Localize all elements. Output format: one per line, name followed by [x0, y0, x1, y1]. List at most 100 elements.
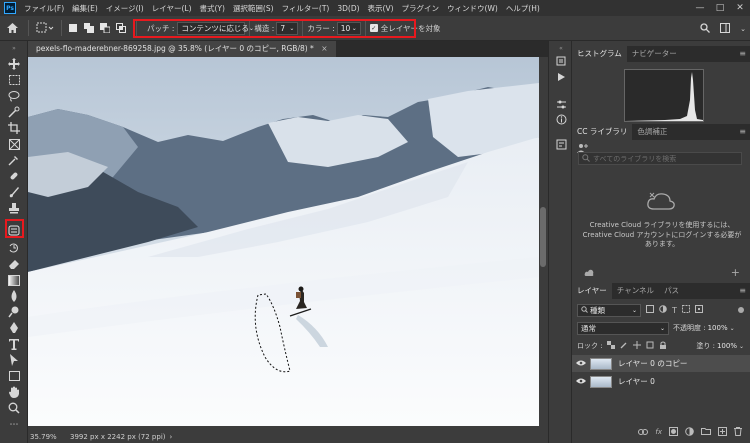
link-layers-icon[interactable] [638, 428, 649, 437]
blend-mode-select[interactable]: 通常 ⌄ [577, 321, 669, 335]
maximize-icon[interactable]: □ [710, 0, 730, 16]
shape-filter-icon[interactable] [681, 305, 690, 315]
lasso-tool-icon[interactable] [6, 89, 22, 103]
menu-help[interactable]: ヘルプ(H) [502, 3, 544, 14]
chevron-down-icon[interactable]: ⌄ [740, 25, 746, 33]
menu-type[interactable]: 書式(Y) [196, 3, 229, 14]
add-selection-icon[interactable] [82, 21, 96, 35]
opacity-value[interactable]: 100% [708, 324, 728, 332]
play-action-icon[interactable] [555, 71, 567, 83]
path-selection-icon[interactable] [6, 353, 22, 367]
move-tool-icon[interactable] [6, 57, 22, 71]
history-icon[interactable] [555, 55, 567, 67]
close-icon[interactable]: ✕ [730, 0, 750, 16]
menu-view[interactable]: 表示(V) [364, 3, 398, 14]
fill-value[interactable]: 100% [717, 342, 737, 350]
layer-name[interactable]: レイヤー 0 のコピー [618, 358, 687, 369]
layer-row[interactable]: レイヤー 0 のコピー [572, 355, 750, 372]
marquee-tool-icon[interactable] [6, 73, 22, 87]
rectangle-tool-icon[interactable] [6, 369, 22, 383]
layer-kind-select[interactable]: 種類 ⌄ [577, 303, 641, 317]
info-icon[interactable] [555, 113, 567, 125]
zoom-tool-icon[interactable] [6, 401, 22, 415]
cloud-icon[interactable] [584, 269, 594, 279]
lock-all-icon[interactable] [659, 341, 667, 351]
minimize-icon[interactable]: — [690, 0, 710, 16]
blur-tool-icon[interactable] [6, 289, 22, 303]
pen-tool-icon[interactable] [6, 321, 22, 335]
lock-artboard-icon[interactable] [646, 341, 654, 351]
menu-3d[interactable]: 3D(D) [333, 4, 363, 13]
layer-row[interactable]: レイヤー 0 [572, 373, 750, 390]
tab-paths[interactable]: パス [659, 283, 684, 299]
lock-transparency-icon[interactable] [606, 341, 615, 351]
tab-navigator[interactable]: ナビゲーター [627, 46, 682, 62]
spot-healing-icon[interactable] [6, 169, 22, 183]
visibility-eye-icon[interactable] [572, 377, 590, 386]
vertical-scrollbar[interactable] [539, 57, 548, 426]
hand-tool-icon[interactable] [6, 385, 22, 399]
document-image[interactable] [28, 57, 539, 426]
clone-stamp-icon[interactable] [6, 201, 22, 215]
new-group-icon[interactable] [701, 427, 711, 437]
brush-tool-icon[interactable] [6, 185, 22, 199]
scrollbar-thumb[interactable] [540, 207, 546, 267]
gradient-tool-icon[interactable] [6, 273, 22, 287]
menu-file[interactable]: ファイル(F) [20, 3, 68, 14]
panel-menu-icon[interactable]: ≡ [739, 46, 746, 62]
lock-pixels-icon[interactable] [620, 341, 628, 351]
crop-tool-icon[interactable] [6, 121, 22, 135]
add-mask-icon[interactable] [669, 426, 678, 438]
subtract-selection-icon[interactable] [98, 21, 112, 35]
close-icon[interactable]: × [321, 44, 327, 53]
visibility-eye-icon[interactable] [572, 359, 590, 368]
chevron-right-icon[interactable]: › [170, 433, 173, 441]
eyedropper-icon[interactable] [6, 153, 22, 167]
add-icon[interactable]: + [731, 266, 740, 279]
eraser-icon[interactable] [6, 257, 22, 271]
menu-filter[interactable]: フィルター(T) [278, 3, 334, 14]
chevron-down-icon[interactable]: ⌄ [739, 343, 744, 350]
menu-edit[interactable]: 編集(E) [68, 3, 102, 14]
tab-layers[interactable]: レイヤー [572, 283, 612, 299]
tab-adjustments[interactable]: 色調補正 [632, 124, 672, 140]
collapse-icon[interactable]: « [555, 42, 567, 54]
document-tab[interactable]: pexels-flo-maderebner-869258.jpg @ 35.8%… [28, 41, 336, 57]
layer-style-fx-icon[interactable]: fx [655, 428, 662, 436]
chevron-down-icon[interactable]: ⌄ [730, 325, 735, 332]
intersect-selection-icon[interactable] [114, 21, 128, 35]
adjustments-icon[interactable] [555, 98, 567, 110]
frame-tool-icon[interactable] [6, 137, 22, 151]
menu-select[interactable]: 選択範囲(S) [229, 3, 278, 14]
patch-tool-preset-icon[interactable] [33, 20, 57, 36]
filter-toggle-icon[interactable] [738, 307, 744, 313]
history-brush-icon[interactable] [6, 241, 22, 255]
panel-menu-icon[interactable]: ≡ [739, 283, 746, 299]
panel-menu-icon[interactable]: ≡ [739, 124, 746, 140]
more-tools-icon[interactable]: ⋯ [6, 418, 22, 432]
menu-plugins[interactable]: プラグイン [398, 3, 444, 14]
menu-image[interactable]: イメージ(I) [102, 3, 148, 14]
zoom-level[interactable]: 35.79% [30, 433, 64, 441]
tab-cc-libraries[interactable]: CC ライブラリ [572, 124, 633, 140]
smart-object-filter-icon[interactable] [694, 305, 703, 315]
library-search[interactable]: すべてのライブラリを検索 [578, 152, 742, 165]
properties-icon[interactable] [555, 138, 567, 150]
search-icon[interactable] [700, 22, 711, 35]
delete-layer-icon[interactable] [734, 426, 742, 438]
new-layer-icon[interactable] [718, 426, 727, 438]
type-filter-icon[interactable]: T [672, 306, 677, 315]
workspace-icon[interactable] [720, 22, 731, 35]
canvas-area[interactable] [28, 57, 548, 426]
tab-histogram[interactable]: ヒストグラム [572, 46, 627, 62]
tab-channels[interactable]: チャンネル [612, 283, 659, 299]
home-icon[interactable] [0, 16, 24, 41]
adjustment-filter-icon[interactable] [659, 305, 667, 315]
quick-select-icon[interactable] [6, 105, 22, 119]
type-tool-icon[interactable] [6, 337, 22, 351]
pixel-filter-icon[interactable] [646, 305, 654, 315]
adjustment-layer-icon[interactable] [685, 426, 694, 438]
dodge-tool-icon[interactable] [6, 305, 22, 319]
layer-name[interactable]: レイヤー 0 [618, 376, 655, 387]
collapse-icon[interactable]: » [6, 44, 22, 52]
